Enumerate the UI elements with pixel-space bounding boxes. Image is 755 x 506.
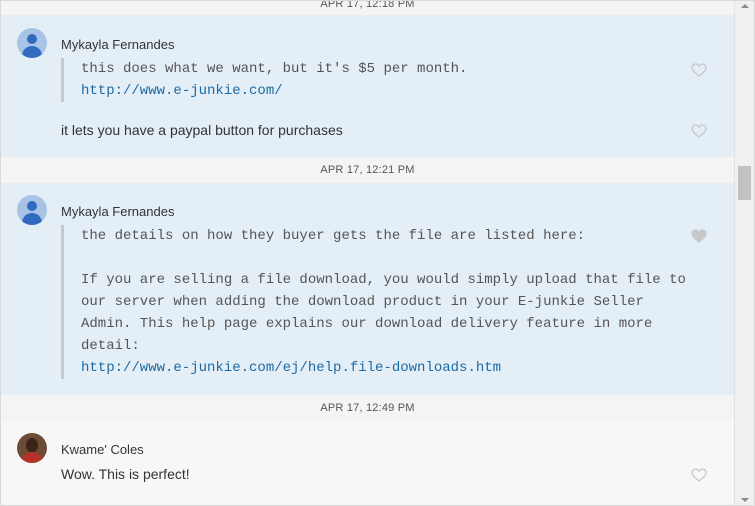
heart-icon[interactable] bbox=[691, 63, 707, 77]
date-divider: APR 17, 12:18 PM bbox=[1, 1, 734, 15]
quote-text: this does what we want, but it's $5 per … bbox=[81, 61, 468, 77]
message-text: it lets you have a paypal button for pur… bbox=[61, 122, 343, 138]
quote-link[interactable]: http://www.e-junkie.com/ej/help.file-dow… bbox=[81, 360, 501, 376]
heart-icon[interactable] bbox=[691, 124, 707, 138]
quote-text: If you are selling a file download, you … bbox=[81, 272, 686, 354]
heart-icon[interactable] bbox=[691, 468, 707, 482]
message-group: Mykayla Fernandes this does what we want… bbox=[1, 15, 734, 157]
sender-name[interactable]: Mykayla Fernandes bbox=[61, 204, 174, 219]
quoted-message: the details on how they buyer gets the f… bbox=[61, 225, 701, 379]
avatar[interactable] bbox=[17, 28, 47, 58]
avatar[interactable] bbox=[17, 195, 47, 225]
person-icon bbox=[27, 201, 37, 211]
message-stream: APR 17, 12:18 PM Mykayla Fernandes this … bbox=[1, 1, 734, 505]
avatar[interactable] bbox=[17, 433, 47, 463]
date-divider: APR 17, 12:21 PM bbox=[1, 157, 734, 183]
scroll-down-arrow-icon[interactable] bbox=[735, 495, 755, 505]
chat-window: APR 17, 12:18 PM Mykayla Fernandes this … bbox=[0, 0, 755, 506]
vertical-scrollbar[interactable] bbox=[734, 1, 755, 505]
quote-text: the details on how they buyer gets the f… bbox=[81, 228, 586, 244]
scroll-up-arrow-icon[interactable] bbox=[735, 1, 755, 11]
message-group: Mykayla Fernandes the details on how the… bbox=[1, 183, 734, 395]
scrollbar-thumb[interactable] bbox=[738, 166, 751, 200]
message-text: Wow. This is perfect! bbox=[61, 466, 190, 482]
person-icon bbox=[27, 34, 37, 44]
message-group: Kwame' Coles Wow. This is perfect! bbox=[1, 421, 734, 505]
quote-link[interactable]: http://www.e-junkie.com/ bbox=[81, 83, 283, 99]
sender-name[interactable]: Mykayla Fernandes bbox=[61, 37, 174, 52]
quoted-message: this does what we want, but it's $5 per … bbox=[61, 58, 701, 102]
sender-name[interactable]: Kwame' Coles bbox=[61, 442, 144, 457]
date-divider: APR 17, 12:49 PM bbox=[1, 395, 734, 421]
heart-icon[interactable] bbox=[691, 229, 707, 243]
